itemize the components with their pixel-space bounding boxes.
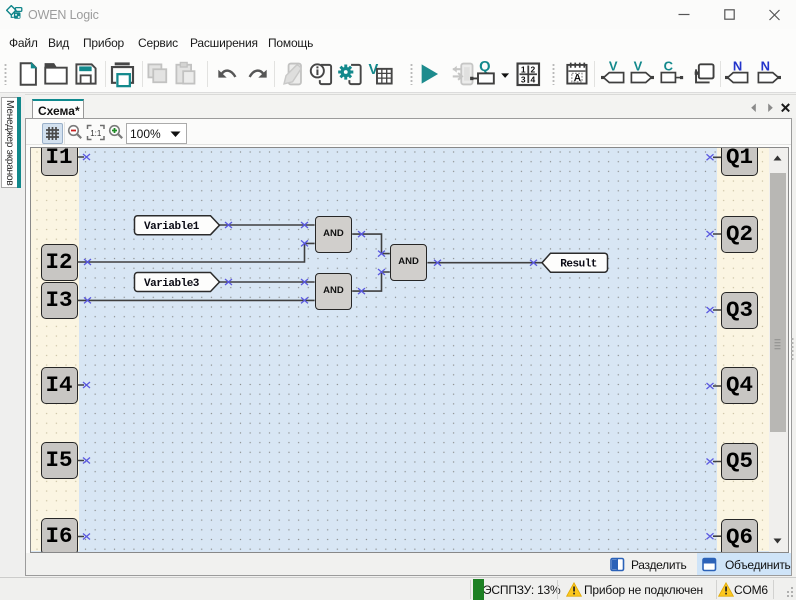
svg-text:2: 2 [531, 64, 536, 74]
svg-text:A: A [574, 73, 582, 84]
svg-text:V: V [609, 59, 618, 73]
svg-text:V: V [634, 59, 643, 73]
svg-text:4: 4 [531, 74, 536, 84]
svg-text:Variable1: Variable1 [144, 221, 200, 233]
svg-text:Variable3: Variable3 [144, 278, 200, 290]
svg-text:1:1: 1:1 [90, 129, 102, 138]
svg-text:Result: Result [560, 259, 597, 271]
svg-text:1: 1 [521, 64, 526, 74]
svg-text:C: C [664, 59, 674, 73]
svg-text:N: N [733, 59, 742, 73]
svg-text:N: N [761, 59, 770, 73]
svg-text:3: 3 [521, 74, 526, 84]
